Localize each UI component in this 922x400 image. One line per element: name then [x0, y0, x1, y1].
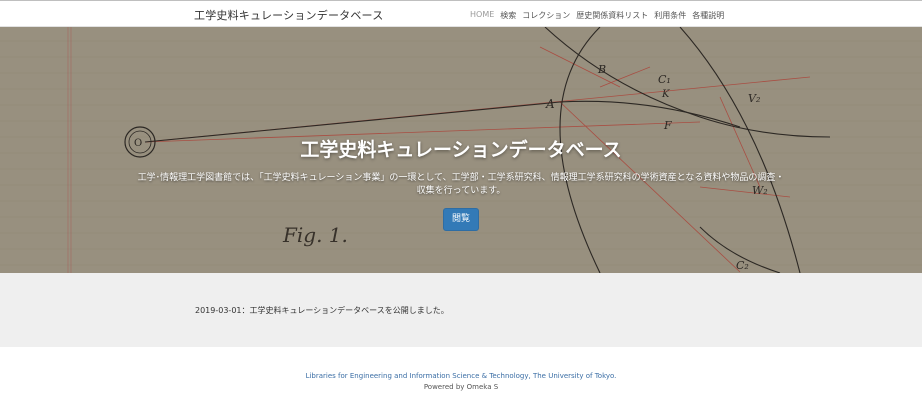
news-section: 2019-03-01：工学史料キュレーションデータベースを公開しました。 — [0, 273, 922, 347]
site-brand[interactable]: 工学史料キュレーションデータベース — [194, 7, 383, 23]
hero-banner: O Fig. 1. A B C₁ K F V₂ W₂ C₂ 工学史料キュレーショ… — [0, 27, 922, 273]
footer-powered-by: Powered by Omeka S — [423, 383, 499, 391]
nav-terms-of-use[interactable]: 利用条件 — [654, 10, 686, 21]
news-item: 2019-03-01：工学史料キュレーションデータベースを公開しました。 — [195, 306, 449, 315]
nav-search[interactable]: 検索 — [500, 10, 516, 21]
nav-explanations[interactable]: 各種説明 — [692, 10, 724, 21]
browse-button[interactable]: 閲覧 — [443, 208, 479, 231]
navbar: 工学史料キュレーションデータベース HOME 検索 コレクション 歴史関係資料リ… — [0, 1, 922, 27]
hero-title: 工学史料キュレーションデータベース — [300, 139, 622, 161]
nav-history-materials-list[interactable]: 歴史関係資料リスト — [576, 10, 648, 21]
main-nav: HOME 検索 コレクション 歴史関係資料リスト 利用条件 各種説明 — [470, 10, 724, 21]
footer-library-link[interactable]: Libraries for Engineering and Informatio… — [0, 372, 922, 380]
nav-collections[interactable]: コレクション — [522, 10, 570, 21]
hero-description: 工学･情報理工学図書館では、「工学史料キュレーション事業」の一環として、工学部・… — [137, 173, 785, 196]
nav-home[interactable]: HOME — [470, 10, 494, 21]
